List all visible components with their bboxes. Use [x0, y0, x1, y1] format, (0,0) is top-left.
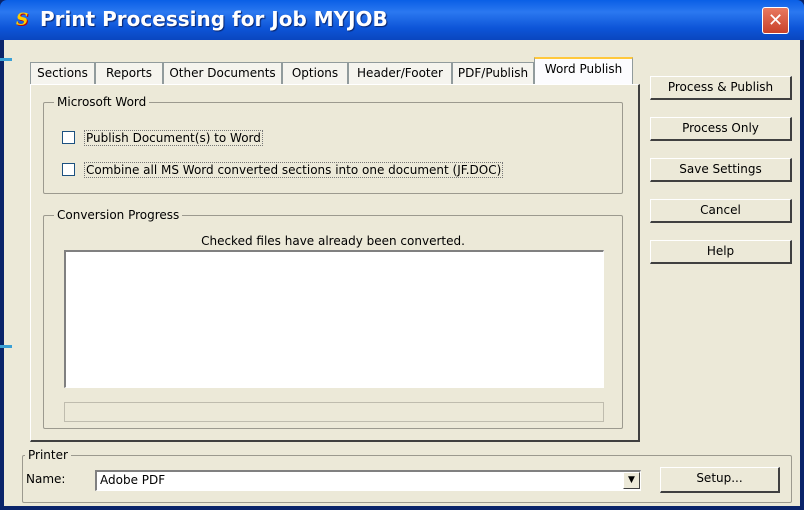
tab-label: Word Publish: [544, 62, 623, 76]
tab-reports[interactable]: Reports: [95, 62, 163, 84]
tab-label: Sections: [37, 66, 88, 80]
group-label: Conversion Progress: [54, 208, 183, 222]
tab-label: Header/Footer: [357, 66, 443, 80]
tab-sections[interactable]: Sections: [30, 62, 95, 84]
conversion-progress-bar: [64, 402, 604, 422]
conversion-progress-group: Conversion Progress Checked files have a…: [43, 208, 623, 429]
process-publish-button[interactable]: Process & Publish: [650, 76, 792, 100]
tab-label: Reports: [105, 66, 153, 80]
printer-selected-value: Adobe PDF: [100, 473, 166, 487]
tab-options[interactable]: Options: [282, 62, 348, 84]
setup-button[interactable]: Setup...: [660, 467, 780, 493]
checkbox-label: Combine all MS Word converted sections i…: [84, 162, 504, 178]
group-label: Microsoft Word: [54, 95, 150, 109]
close-button[interactable]: ✕: [762, 7, 789, 34]
app-logo-icon: S: [16, 10, 29, 30]
process-only-button[interactable]: Process Only: [650, 117, 792, 141]
chevron-down-icon[interactable]: ▼: [623, 472, 640, 489]
checkbox-label: Publish Document(s) to Word: [84, 130, 263, 146]
tab-label: PDF/Publish: [457, 66, 529, 80]
word-publish-panel: Microsoft Word Publish Document(s) to Wo…: [30, 84, 640, 442]
save-settings-button[interactable]: Save Settings: [650, 158, 792, 182]
converted-files-list[interactable]: [64, 250, 604, 388]
tab-header-footer[interactable]: Header/Footer: [348, 62, 452, 84]
left-edge-marker: [0, 345, 12, 348]
window-title: Print Processing for Job MYJOB: [40, 7, 388, 31]
group-label: Printer: [25, 448, 71, 462]
tab-label: Options: [291, 66, 339, 80]
tab-word-publish[interactable]: Word Publish: [534, 57, 633, 84]
title-bar[interactable]: S Print Processing for Job MYJOB ✕: [0, 0, 804, 40]
printer-select[interactable]: Adobe PDF ▼: [95, 470, 641, 491]
left-edge-marker: [0, 58, 12, 61]
conversion-info-text: Checked files have already been converte…: [201, 234, 465, 248]
combine-sections-checkbox[interactable]: [62, 163, 75, 176]
tab-label: Other Documents: [169, 66, 276, 80]
microsoft-word-group: Microsoft Word Publish Document(s) to Wo…: [43, 95, 623, 194]
tab-pdf-publish[interactable]: PDF/Publish: [452, 62, 534, 84]
help-button[interactable]: Help: [650, 240, 792, 264]
printer-name-label: Name:: [26, 472, 66, 486]
publish-to-word-checkbox[interactable]: [62, 131, 75, 144]
tab-other-documents[interactable]: Other Documents: [163, 62, 282, 84]
cancel-button[interactable]: Cancel: [650, 199, 792, 223]
